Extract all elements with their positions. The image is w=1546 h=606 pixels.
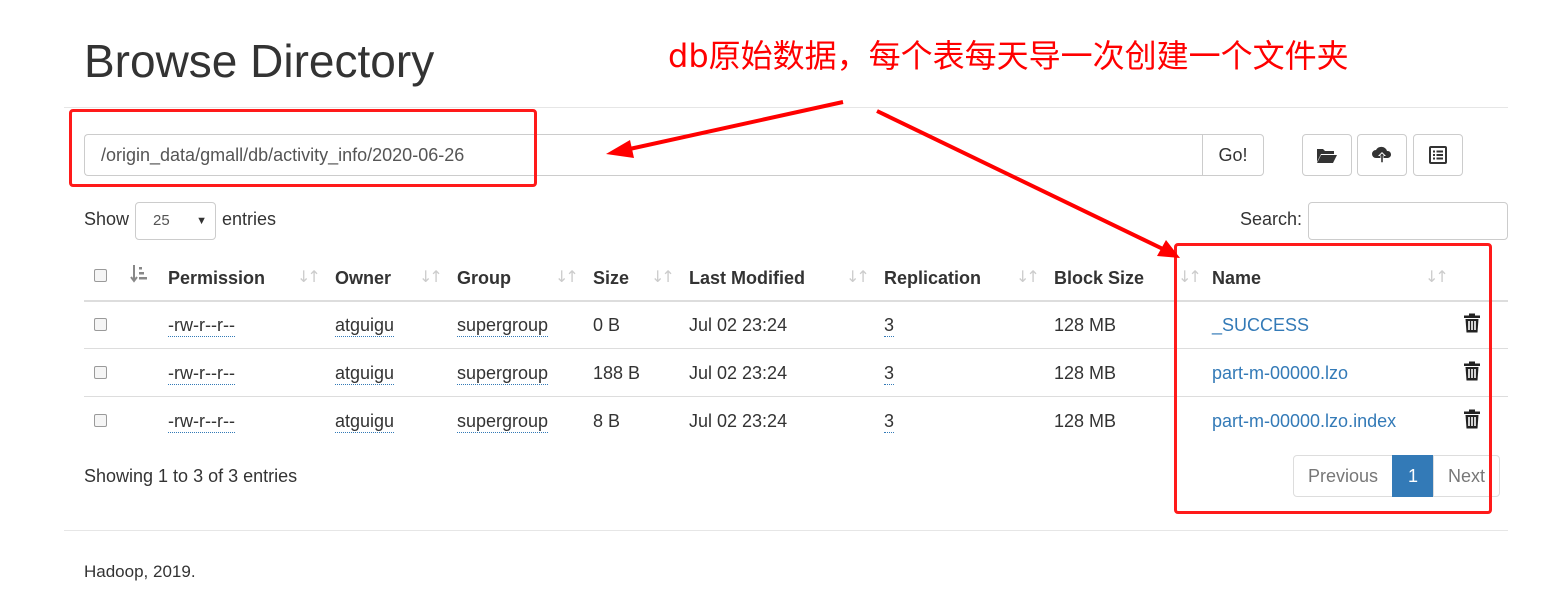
cloud-upload-icon	[1372, 146, 1392, 163]
owner-cell[interactable]: atguigu	[335, 411, 395, 433]
row-checkbox[interactable]	[94, 414, 107, 427]
folder-open-icon	[1317, 149, 1337, 163]
permission-cell[interactable]: -rw-r--r--	[168, 315, 235, 337]
group-cell[interactable]: supergroup	[457, 411, 549, 433]
row-checkbox[interactable]	[94, 318, 107, 331]
annotation-text: db原始数据，每个表每天导一次创建一个文件夹	[668, 37, 1349, 75]
chevron-down-icon: ▼	[196, 215, 207, 227]
column-header-permission[interactable]: Permission	[168, 265, 265, 291]
column-header-size[interactable]: Size	[593, 265, 629, 291]
list-alt-icon	[1429, 146, 1447, 164]
sort-both-icon[interactable]: ↓↑	[555, 264, 579, 290]
size-cell: 8 B	[593, 411, 621, 431]
entries-label: entries	[222, 209, 277, 229]
entries-per-page-value: 25	[153, 212, 170, 229]
sort-both-icon[interactable]: ↓↑	[419, 264, 443, 290]
column-header-owner[interactable]: Owner	[335, 265, 391, 291]
header-divider	[64, 107, 1508, 108]
block-size-cell: 128 MB	[1054, 363, 1117, 383]
search-input[interactable]	[1308, 202, 1508, 240]
row-checkbox[interactable]	[94, 366, 107, 379]
size-cell: 0 B	[593, 315, 621, 335]
column-header-group[interactable]: Group	[457, 265, 511, 291]
permission-cell[interactable]: -rw-r--r--	[168, 363, 235, 385]
arrow-to-files	[876, 109, 1166, 252]
sort-both-icon[interactable]: ↓↑	[297, 264, 321, 290]
go-button[interactable]: Go!	[1202, 134, 1264, 176]
group-cell[interactable]: supergroup	[457, 315, 549, 337]
replication-cell[interactable]: 3	[884, 315, 895, 337]
column-header-last-modified[interactable]: Last Modified	[689, 265, 805, 291]
search-label: Search:	[1240, 209, 1303, 229]
column-header-block-size[interactable]: Block Size	[1054, 265, 1144, 291]
modified-cell: Jul 02 23:24	[689, 363, 788, 383]
sort-icon[interactable]	[130, 264, 148, 289]
sort-amount-icon	[130, 265, 147, 283]
entries-per-page-select[interactable]: 25 ▼	[135, 202, 216, 240]
cut-paste-button[interactable]	[1413, 134, 1463, 176]
group-cell[interactable]: supergroup	[457, 363, 549, 385]
block-size-cell: 128 MB	[1054, 315, 1117, 335]
size-cell: 188 B	[593, 363, 641, 383]
footer-text: Hadoop, 2019.	[84, 562, 196, 581]
create-directory-button[interactable]	[1302, 134, 1352, 176]
column-header-replication[interactable]: Replication	[884, 265, 981, 291]
table-info: Showing 1 to 3 of 3 entries	[84, 466, 298, 486]
show-label: Show	[84, 209, 130, 229]
upload-button[interactable]	[1357, 134, 1407, 176]
modified-cell: Jul 02 23:24	[689, 411, 788, 431]
block-size-cell: 128 MB	[1054, 411, 1117, 431]
owner-cell[interactable]: atguigu	[335, 315, 395, 337]
sort-both-icon[interactable]: ↓↑	[1016, 264, 1040, 290]
page-title: Browse Directory	[84, 35, 435, 87]
replication-cell[interactable]: 3	[884, 411, 895, 433]
sort-both-icon[interactable]: ↓↑	[651, 264, 675, 290]
annotation-box-files	[1174, 243, 1492, 514]
modified-cell: Jul 02 23:24	[689, 315, 788, 335]
footer-divider	[64, 530, 1508, 531]
owner-cell[interactable]: atguigu	[335, 363, 395, 385]
select-all-checkbox[interactable]	[94, 269, 107, 282]
sort-both-icon[interactable]: ↓↑	[846, 264, 870, 290]
annotation-box-path	[69, 109, 537, 187]
permission-cell[interactable]: -rw-r--r--	[168, 411, 235, 433]
replication-cell[interactable]: 3	[884, 363, 895, 385]
